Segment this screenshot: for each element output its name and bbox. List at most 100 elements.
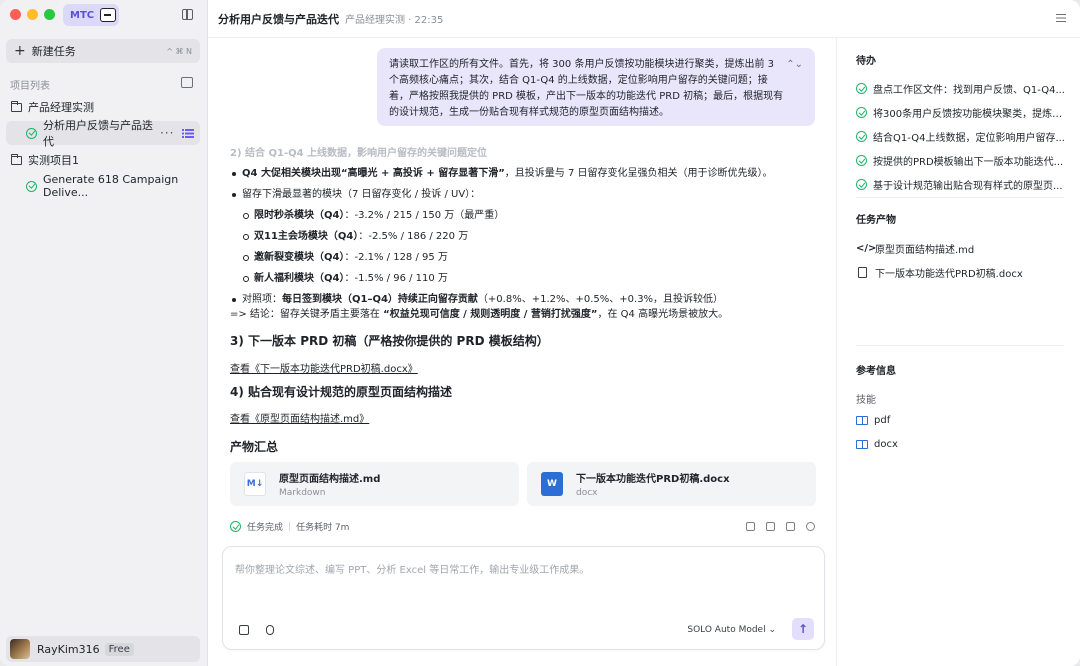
prd-doc-link[interactable]: 查看《下一版本功能迭代PRD初稿.docx》 [230,360,418,375]
add-project-icon[interactable] [181,77,193,88]
text: （+0.8%、+1.2%、+0.5%、+0.3%，且投诉较低） [477,294,724,305]
bold-text: 每日签到模块（Q1–Q4）持续正向留存贡献 [282,294,478,305]
more-options-icon[interactable]: ··· [160,126,174,140]
todo-text: 结合Q1-Q4上线数据，定位影响用户留存... [873,133,1065,144]
skills-label: 技能 [856,395,876,406]
window-controls [10,9,55,20]
module-value: ：-3.2% / 215 / 150 万（最严重） [344,210,505,221]
product-name: 原型页面结构描述.md [875,245,975,256]
artifact-card[interactable]: W 下一版本功能迭代PRD初稿.docx docx [527,462,816,506]
edit-icon[interactable] [239,625,249,635]
section-heading: 4) 贴合现有设计规范的原型页面结构描述 [230,385,453,399]
panel-toggle-icon[interactable] [1056,14,1066,23]
app-window: MTC + 新建任务 ^ ⌘ N 项目列表 产品经理实测 分析用户反馈与产品迭代… [0,0,1080,666]
main-area: 分析用户反馈与产品迭代 产品经理实测 · 22:35 请读取工作区的所有文件。首… [208,0,1080,666]
task-label: Generate 618 Campaign Delive... [43,173,179,199]
model-selector[interactable]: SOLO Auto Model ⌄ [687,625,776,635]
skill-item[interactable]: pdf [856,415,890,426]
check-circle-icon [856,107,867,118]
artifact-type: docx [576,488,598,498]
sidebar-item-task[interactable]: Generate 618 Campaign Delive... [6,173,200,199]
todo-item[interactable]: 将300条用户反馈按功能模块聚类，提炼T... [856,105,1066,120]
todo-item[interactable]: 按提供的PRD模板输出下一版本功能迭代... [856,153,1066,168]
text: ，在 Q4 高曝光场景被放大。 [597,309,729,320]
sidebar-item-project[interactable]: 产品经理实测 [6,95,200,119]
response-content: Q4 大促相关模块出现“高曝光 + 高投诉 + 留存显著下滑”，且投诉量与 7 … [230,166,810,322]
refresh-icon[interactable] [806,522,815,531]
section-heading: 3) 下一版本 PRD 初稿（严格按你提供的 PRD 模板结构） [230,334,549,348]
module-name: 邀新裂变模块（Q4） [254,252,345,263]
check-circle-icon [856,131,867,142]
check-circle-icon [26,127,37,139]
todo-text: 按提供的PRD模板输出下一版本功能迭代... [873,157,1064,168]
todo-item[interactable]: 盘点工作区文件：找到用户反馈、Q1-Q4... [856,81,1066,96]
skill-item[interactable]: docx [856,439,898,450]
text: 对照项： [242,294,282,305]
new-task-shortcut: ^ ⌘ N [166,46,192,56]
sidebar-toggle-icon[interactable] [182,9,193,20]
brand-label: MTC [70,9,95,21]
divider [856,345,1064,346]
username: RayKim316 [37,642,100,656]
module-value: ：-1.5% / 96 / 110 万 [344,273,448,284]
workspace-switcher[interactable]: MTC [63,4,119,26]
sidebar: MTC + 新建任务 ^ ⌘ N 项目列表 产品经理实测 分析用户反馈与产品迭代… [0,0,208,666]
thumbs-down-icon[interactable] [766,522,775,531]
task-list-icon[interactable] [182,128,194,138]
section-heading: 产物汇总 [230,440,279,454]
attachment-icon[interactable] [266,625,274,635]
new-task-button[interactable]: + 新建任务 ^ ⌘ N [6,39,200,63]
text: ，且投诉量与 7 日留存变化呈强负相关（用于诊断优先级）。 [504,168,773,179]
sidebar-item-task-active[interactable]: 分析用户反馈与产品迭代 ··· [6,119,200,148]
separator: | [288,521,292,532]
check-circle-icon [230,521,241,532]
collapse-icon[interactable]: ⌃⌄ [786,57,803,73]
chat-panel[interactable]: 请读取工作区的所有文件。首先，将 300 条用户反馈按功能模块进行聚类，提炼出前… [208,38,837,666]
check-circle-icon [856,179,867,190]
artifact-name: 下一版本功能迭代PRD初稿.docx [576,474,730,485]
send-button[interactable]: ↑ [792,618,814,640]
skill-name: docx [874,439,898,450]
close-window-button[interactable] [10,9,21,20]
composer-input[interactable]: 帮你整理论文综述、编写 PPT、分析 Excel 等日常工作，输出专业级工作成果… [235,561,589,576]
todo-title: 待办 [856,56,876,67]
text: => 结论：留存关键矛盾主要落在 [230,309,384,320]
product-name: 下一版本功能迭代PRD初稿.docx [875,269,1023,280]
maximize-window-button[interactable] [44,9,55,20]
user-message-text: 请读取工作区的所有文件。首先，将 300 条用户反馈按功能模块进行聚类，提炼出前… [389,59,784,118]
proto-doc-link[interactable]: 查看《原型页面结构描述.md》 [230,410,369,425]
list-item: 限时秒杀模块（Q4）：-3.2% / 215 / 150 万（最严重） [230,208,810,223]
task-panel: 待办 盘点工作区文件：找到用户反馈、Q1-Q4... 将300条用户反馈按功能模… [838,38,1080,666]
list-item: 双11主会场模块（Q4）：-2.5% / 186 / 220 万 [230,229,810,244]
product-item[interactable]: </> 原型页面结构描述.md [856,241,974,256]
sidebar-item-project[interactable]: 实测项目1 [6,148,200,172]
module-name: 双11主会场模块（Q4） [254,231,359,242]
markdown-file-icon: M↓ [244,472,266,496]
document-icon [858,267,867,278]
todo-item[interactable]: 基于设计规范输出贴合现有样式的原型页... [856,177,1066,192]
reference-title: 参考信息 [856,366,896,377]
module-value: ：-2.1% / 128 / 95 万 [344,252,448,263]
task-status-row: 任务完成 | 任务耗时 7m [230,520,815,533]
todo-text: 盘点工作区文件：找到用户反馈、Q1-Q4... [873,85,1065,96]
user-profile[interactable]: RayKim316 Free [6,636,200,662]
composer[interactable]: 帮你整理论文综述、编写 PPT、分析 Excel 等日常工作，输出专业级工作成果… [222,546,825,650]
list-item: 新人福利模块（Q4）：-1.5% / 96 / 110 万 [230,271,810,286]
status-time: 任务耗时 7m [296,523,350,533]
bold-text: Q4 大促相关模块出现“高曝光 + 高投诉 + 留存显著下滑” [242,168,505,179]
list-item: 留存下滑最显著的模块（7 日留存变化 / 投诉 / UV）： [230,187,810,202]
avatar [10,639,30,659]
page-title: 分析用户反馈与产品迭代 [218,12,339,26]
skill-name: pdf [874,415,891,426]
artifact-type: Markdown [279,488,326,498]
todo-item[interactable]: 结合Q1-Q4上线数据，定位影响用户留存... [856,129,1066,144]
task-label: 分析用户反馈与产品迭代 [43,119,153,148]
thumbs-up-icon[interactable] [746,522,755,531]
minimize-window-button[interactable] [27,9,38,20]
code-icon: </> [856,243,877,254]
artifact-card[interactable]: M↓ 原型页面结构描述.md Markdown [230,462,519,506]
product-item[interactable]: 下一版本功能迭代PRD初稿.docx [856,265,1023,280]
products-title: 任务产物 [856,215,896,226]
copy-icon[interactable] [786,522,795,531]
project-label: 产品经理实测 [28,101,94,114]
